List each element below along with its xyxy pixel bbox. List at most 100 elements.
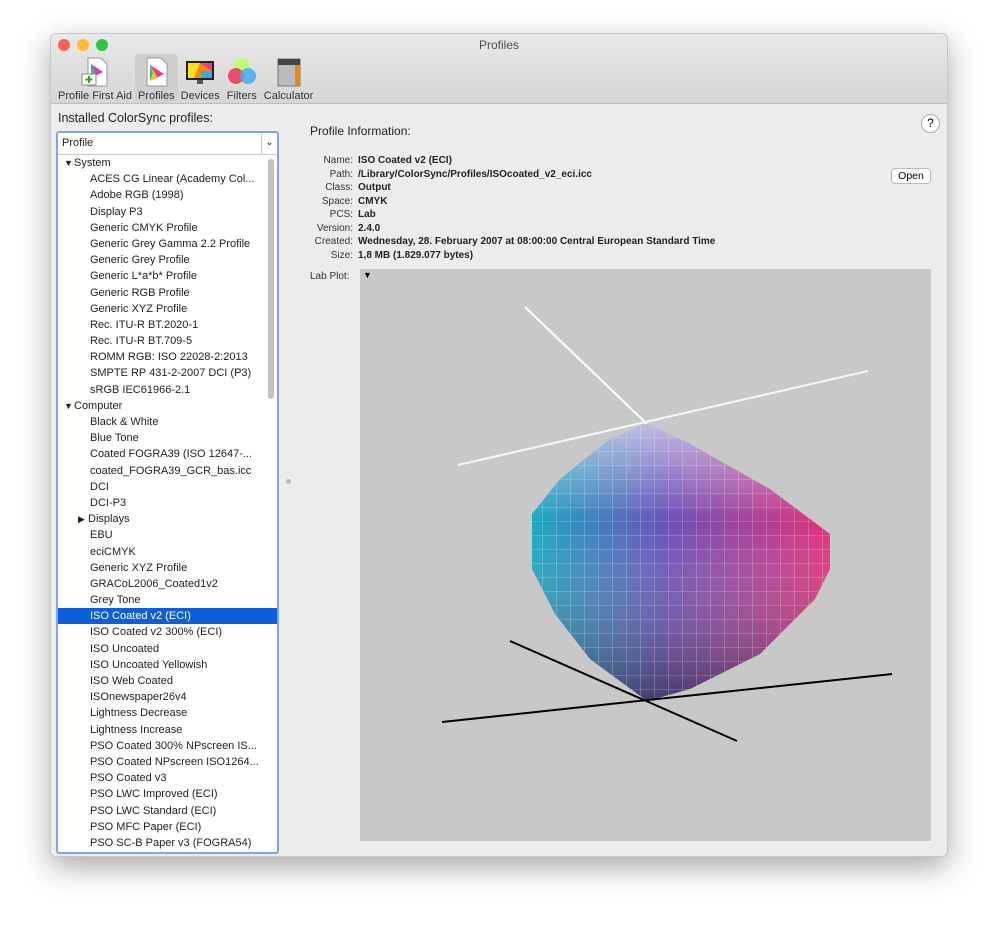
profile-list-item[interactable]: ACES CG Linear (Academy Col... [58,171,277,187]
info-value: /Library/ColorSync/Profiles/ISOcoated_v2… [358,168,592,180]
profile-list-item[interactable]: EBU [58,527,277,543]
profile-group[interactable]: ▼System [58,155,277,171]
scrollbar[interactable] [268,159,274,399]
lab-plot[interactable]: ▼ [360,269,931,841]
row-label: ISOnewspaper26v4 [90,691,187,704]
profile-list-item[interactable]: Black & White [58,414,277,430]
profile-list-item[interactable]: ISO Coated v2 (ECI) [58,608,277,625]
profile-list-item[interactable]: ISO Uncoated Yellowish [58,657,277,673]
row-label: Adobe RGB (1998) [90,189,184,202]
profile-group[interactable]: ▼Computer [58,398,277,414]
profile-list-item[interactable]: ISO Web Coated [58,673,277,689]
profile-list-item[interactable]: Blue Tone [58,430,277,446]
profile-list-item[interactable]: Display P3 [58,204,277,220]
info-value: ISO Coated v2 (ECI) [358,155,452,166]
disclosure-open-icon[interactable]: ▼ [64,398,74,414]
tool-calculator[interactable]: Calculator [261,54,317,102]
profile-list-item[interactable]: GRACoL2006_Coated1v2 [58,576,277,592]
profile-list-item[interactable]: PSO MFC Paper (ECI) [58,819,277,835]
row-label: PSO LWC Standard (ECI) [90,804,217,817]
row-label: Generic Grey Gamma 2.2 Profile [90,237,251,250]
tool-profile-first-aid[interactable]: Profile First Aid [55,54,135,102]
row-label: PSO Coated 300% NPscreen IS... [90,739,257,752]
row-label: Generic RGB Profile [90,286,190,299]
row-label: Grey Tone [90,594,141,607]
lightness-axis [524,306,648,425]
profile-list-item[interactable]: Rec. ITU-R BT.709-5 [58,333,277,349]
row-label: Generic CMYK Profile [90,221,198,234]
profile-list-item[interactable]: Generic Grey Gamma 2.2 Profile [58,236,277,252]
profile-list-item[interactable]: SMPTE RP 431-2-2007 DCI (P3) [58,365,277,381]
tool-filters[interactable]: Filters [223,54,261,102]
row-label: Black & White [90,416,159,428]
profile-list-item[interactable]: Generic Grey Profile [58,252,277,268]
info-field: Path: /Library/ColorSync/Profiles/ISOcoat… [301,169,592,180]
info-key: Name: [323,155,353,166]
tool-label: Profile First Aid [58,90,132,102]
profile-list-item[interactable]: Lightness Decrease [58,705,277,721]
info-key: Version: [316,222,353,234]
profile-list[interactable]: Profile ⌄ ▼System ACES CG Linear (Academy … [56,131,279,854]
row-label: ROMM RGB: ISO 22028-2:2013 [90,351,248,364]
row-label: GRACoL2006_Coated1v2 [90,577,218,590]
profile-list-item[interactable]: PSO LWC Standard (ECI) [58,803,277,819]
profile-list-item[interactable]: Rec. ITU-R BT.2020-1 [58,317,277,333]
profile-list-item[interactable]: Generic CMYK Profile [58,220,277,236]
row-label: Rec. ITU-R BT.709-5 [90,335,193,348]
profile-list-item[interactable]: Grey Tone [58,592,277,608]
profile-list-item[interactable]: Generic XYZ Profile [58,560,277,576]
profile-list-item[interactable]: Lightness Increase [58,722,277,738]
info-key: Size: [330,249,353,261]
row-label: System [74,157,111,169]
chevron-down-icon[interactable]: ⌄ [261,133,277,154]
tool-label: Filters [226,90,257,102]
profile-list-item[interactable]: Generic L*a*b* Profile [58,268,277,284]
profile-list-item[interactable]: eciCMYK [58,544,277,560]
profile-list-item[interactable]: coated_FOGRA39_GCR_bas.icc [58,463,277,479]
row-label: ISO Web Coated [90,675,173,687]
profile-list-item[interactable]: Adobe RGB (1998) [58,187,277,203]
profile-list-item[interactable]: Generic RGB Profile [58,285,277,301]
profile-list-item[interactable]: PSO Coated 300% NPscreen IS... [58,738,277,754]
profile-list-item[interactable]: ROMM RGB: ISO 22028-2:2013 [58,349,277,365]
tool-profiles[interactable]: Profiles [134,54,178,102]
row-label: SMPTE RP 431-2-2007 DCI (P3) [90,367,252,380]
info-value: Wednesday, 28. February 2007 at 08:00:00… [358,236,716,247]
profile-group[interactable]: ▶ Displays [58,511,277,527]
profile-list-item[interactable]: DCI-P3 [58,495,277,511]
tool-label: Calculator [263,90,314,102]
profile-list-item[interactable]: sRGB IEC61966-2.1 [58,382,277,398]
first-aid-icon [81,57,108,87]
row-label: eciCMYK [90,545,136,558]
column-header-profile[interactable]: Profile ⌄ [58,133,277,155]
profile-list-item[interactable]: ISO Uncoated [58,641,277,657]
disclosure-open-icon[interactable]: ▼ [64,155,74,171]
info-key: Path: [329,168,353,180]
row-label: Computer [74,399,123,412]
info-value: CMYK [358,195,388,207]
split-view-handle[interactable] [286,479,291,484]
disclosure-closed-icon[interactable]: ▶ [78,511,88,527]
filters-icon [227,58,256,84]
info-field: Created: Wednesday, 28. February 2007 at … [301,236,716,247]
profile-list-item[interactable]: PSO SC-B Paper v3 (FOGRA54) [58,835,277,851]
info-field: Version: 2.4.0 [301,223,380,234]
open-button[interactable]: Open [891,168,931,184]
row-label: PSO Coated NPscreen ISO1264... [90,755,259,768]
profile-list-item[interactable]: PSO LWC Improved (ECI) [58,786,277,802]
help-button[interactable]: ? [921,114,940,133]
row-label: PSO SC-B Paper v3 (FOGRA54) [90,836,252,849]
info-value: Output [358,182,391,193]
row-label: coated_FOGRA39_GCR_bas.icc [90,464,252,477]
profile-list-item[interactable]: DCI [58,479,277,495]
profile-list-item[interactable]: Coated FOGRA39 (ISO 12647-... [58,446,277,462]
tool-devices[interactable]: Devices [178,54,223,102]
profile-list-item[interactable]: ISO Coated v2 300% (ECI) [58,624,277,640]
profile-list-item[interactable]: PSO Coated v3 [58,770,277,786]
row-label: Lightness Decrease [90,707,188,720]
profile-list-item[interactable]: Generic XYZ Profile [58,301,277,317]
row-label: Blue Tone [90,432,139,445]
profile-list-item[interactable]: PSO Coated NPscreen ISO1264... [58,754,277,770]
profile-list-item[interactable]: ISOnewspaper26v4 [58,689,277,705]
row-label: Generic XYZ Profile [90,561,188,574]
